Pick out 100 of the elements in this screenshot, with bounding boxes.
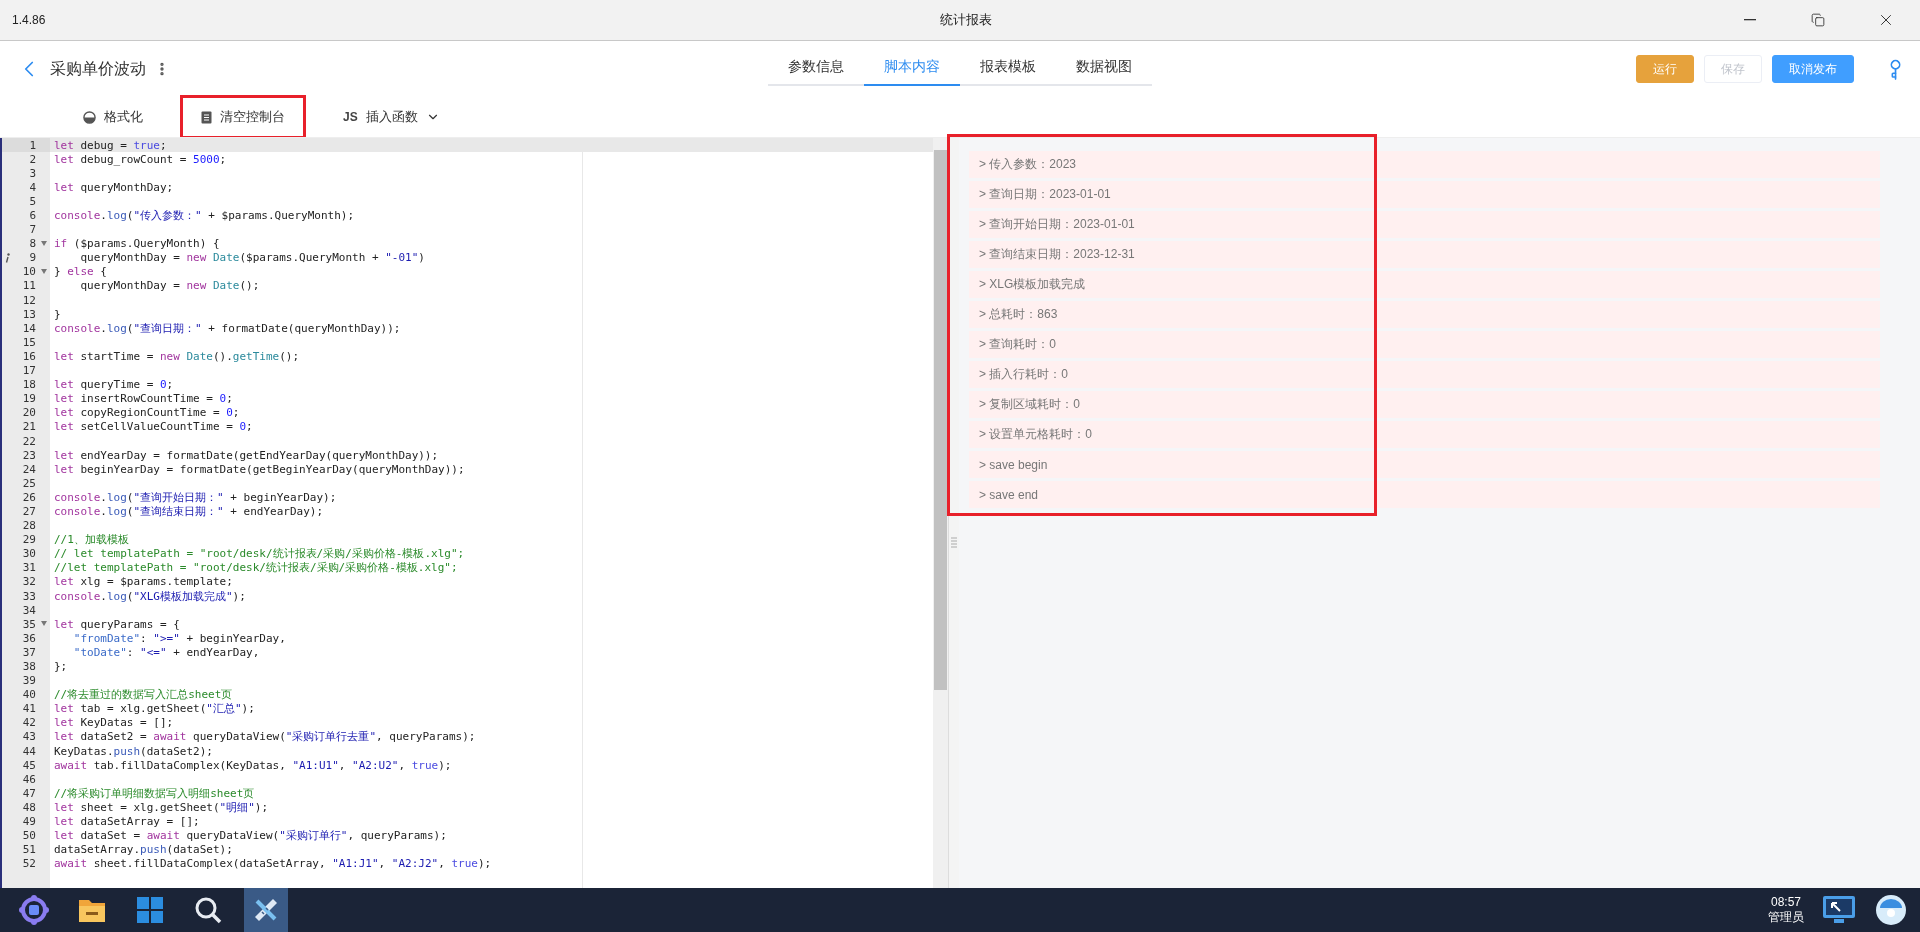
line-number: 6 [29,209,36,222]
half-circle-icon [83,110,96,124]
line-number: 38 [22,660,36,673]
line-number: 46 [22,772,36,786]
scrollbar[interactable] [933,138,948,888]
line-number: 7 [29,223,36,237]
code-line: let debug = true; [53,138,167,152]
code-line: console.log("查询开始日期：" + beginYearDay); [53,489,337,505]
code-line: } [53,307,61,321]
code-line: let sheet = xlg.getSheet("明细"); [53,799,269,815]
code-line: KeyDatas.push(dataSet2); [53,744,213,758]
line-number: 22 [22,434,36,448]
line-number: 8 [29,237,36,251]
code-line: console.log("查询结束日期：" + endYearDay); [53,504,324,519]
clock-time: 08:57 [1771,894,1801,909]
line-number: 39 [22,674,36,688]
code-line: console.log("XLG模板加载完成"); [53,588,246,604]
line-number: 31 [22,561,36,575]
minimize-icon [1744,19,1756,21]
code-line: queryMonthDay = new Date($params.QueryMonth + "-01") [79,251,425,265]
line-number: 50 [22,829,36,843]
code-line: await sheet.fillDataComplex(dataSetArray, "A1:J1", "A2:J2", true); [53,857,492,871]
line-number: 17 [22,364,36,378]
line-number: 40 [22,688,36,702]
code-line: "fromDate": ">=" + beginYearDay, [72,631,286,645]
windows-grid-icon [136,896,164,924]
line-number: 49 [22,815,36,829]
line-number: 24 [22,462,36,476]
code-line: console.log("查询日期：" + formatDate(queryMonthDay)); [53,320,401,336]
code-line: queryMonthDay = new Date(); [79,279,260,293]
line-number: 27 [22,505,36,518]
line-number: 26 [22,490,36,504]
line-number: 34 [22,603,36,617]
line-number: 29 [22,533,36,547]
code-line: let tab = xlg.getSheet("汇总"); [53,701,255,717]
line-number: 37 [22,645,36,659]
code-line: await tab.fillDataComplex(KeyDatas, "A1:U1", "A2:U2", true); [53,758,452,772]
code-line: if ($params.QueryMonth) { [53,237,220,251]
code-line: let setCellValueCountTime = 0; [53,420,253,434]
js-label: JS [343,110,358,124]
code-line: let dataSetArray = []; [53,815,200,829]
line-number: 20 [22,406,36,420]
line-number: 13 [22,307,36,321]
code-line: //let templatePath = "root/desk/统计报表/采购/采购价格-模板.xlg"; [53,560,458,576]
line-number: 51 [22,843,36,857]
grip-icon[interactable] [951,536,957,548]
line-number: 30 [22,547,36,561]
tab[interactable]: 数据视图 [1056,52,1152,86]
taskbar-app[interactable] [244,888,288,932]
line-number: 35 [22,617,36,631]
line-number: 15 [22,335,36,349]
code-line: let queryMonthDay; [53,180,174,194]
line-number: 1 [29,138,36,152]
code-line: let beginYearDay = formatDate(getBeginYearDay(queryMonthDay)); [53,462,465,476]
code-line: let queryTime = 0; [53,378,174,392]
code-line: let debug_rowCount = 5000; [53,152,227,166]
toolbar-button[interactable]: JS 插入函数 [322,95,461,139]
tab[interactable]: 脚本内容 [864,52,960,86]
line-number: 16 [22,349,36,363]
hub-icon [19,895,49,925]
code-line: //将去重过的数据写入汇总sheet页 [53,687,233,703]
code-line: } else { [53,265,107,279]
fold-icon[interactable] [41,621,47,627]
tab[interactable]: 参数信息 [768,52,864,86]
monitor-icon[interactable] [1822,895,1856,925]
window-title: 统计报表 [940,11,992,29]
line-number: 41 [22,702,36,716]
code-line: let insertRowCountTime = 0; [53,392,233,406]
line-number: 12 [22,293,36,307]
toolbar-button[interactable]: 格式化 [62,95,164,139]
code-line: //将采购订单明细数据写入明细sheet页 [53,785,255,801]
line-number: 32 [22,575,36,589]
code-line: let queryParams = { [53,617,180,631]
line-number: 47 [22,786,36,800]
line-number: 21 [22,420,36,434]
user-name: 管理员 [1768,908,1804,926]
code-line: let copyRegionCountTime = 0; [53,406,240,420]
tab[interactable]: 报表模板 [960,52,1056,86]
code-line: console.log("传入参数：" + $params.QueryMonth); [53,208,355,223]
code-line: let dataSet = await queryDataView("采购订单行", queryParams); [53,828,447,844]
line-number: 52 [22,857,36,871]
line-number: 4 [29,180,36,194]
code-line: let xlg = $params.template; [53,575,233,589]
fold-icon[interactable] [41,268,47,274]
fold-icon[interactable] [41,240,47,246]
line-number: 28 [22,519,36,533]
line-number: 2 [29,152,36,166]
chat-bubble-icon[interactable] [1874,893,1908,927]
code-line: }; [53,660,68,673]
code-line: let startTime = new Date().getTime(); [53,349,300,363]
scrollbar-thumb[interactable] [934,150,947,690]
line-number: 45 [22,758,36,772]
line-number: 36 [22,631,36,645]
code-line: dataSetArray.push(dataSet); [53,843,233,857]
line-number: 11 [22,279,36,293]
code-line: // let templatePath = "root/desk/统计报表/采购/采购价格-模板.xlg"; [53,546,465,561]
code-line: //1、加载模板 [53,532,129,548]
line-number: 14 [22,321,36,335]
line-number: 18 [22,378,36,392]
line-number: 44 [22,744,36,758]
